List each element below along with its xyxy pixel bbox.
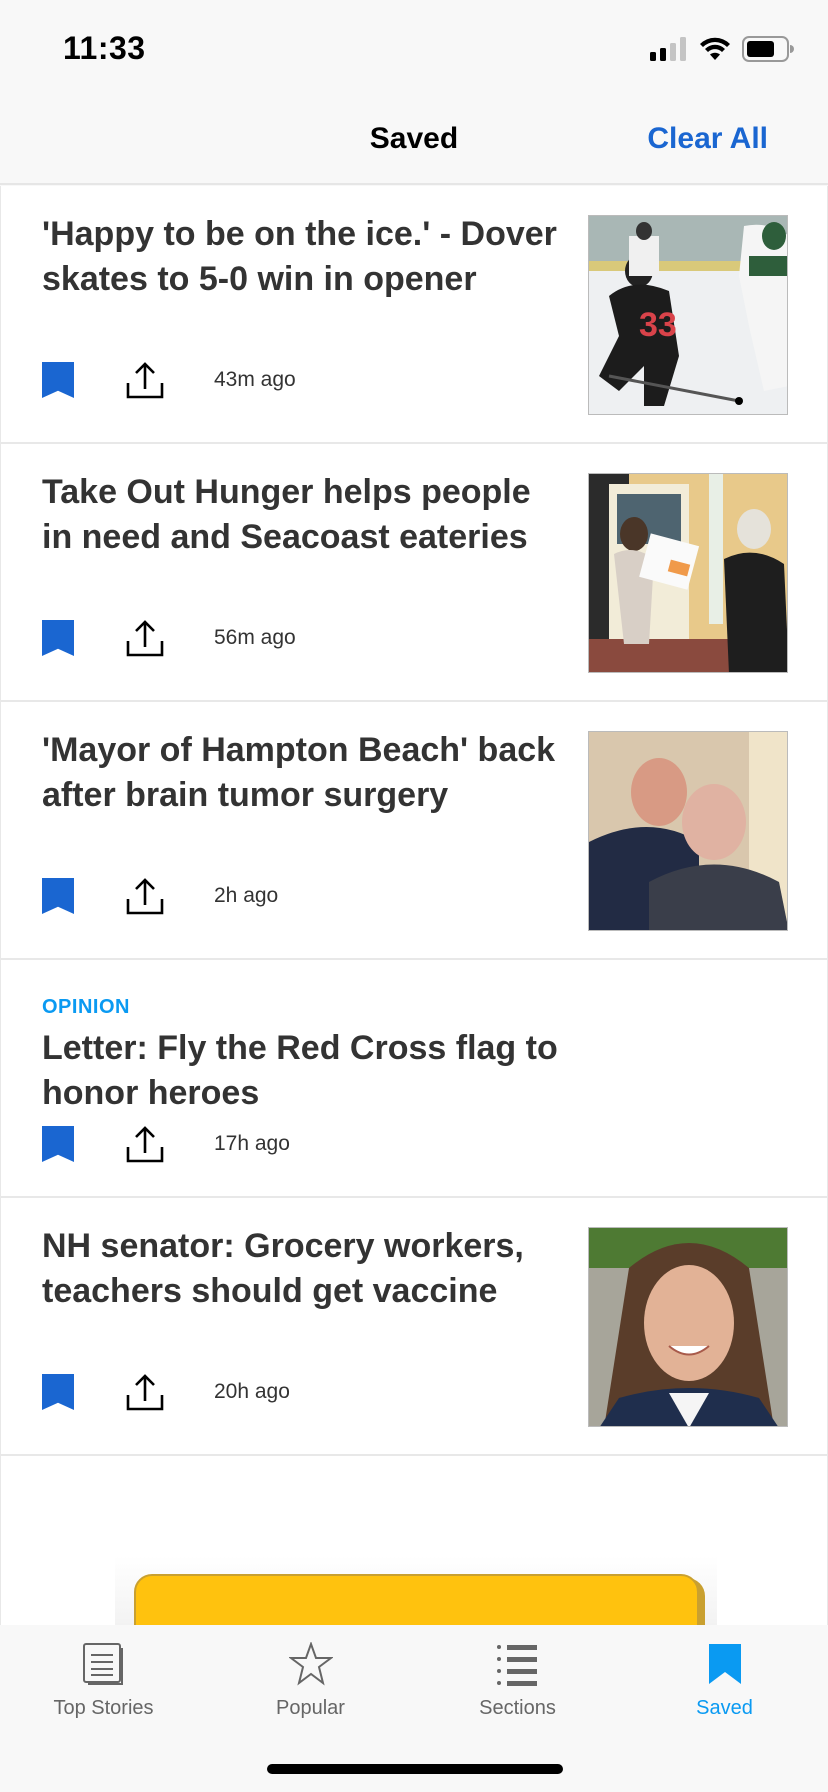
tab-top-stories[interactable]: Top Stories xyxy=(0,1625,207,1735)
article-title[interactable]: Take Out Hunger helps people in need and… xyxy=(42,470,562,560)
svg-text:33: 33 xyxy=(639,306,677,344)
article-title[interactable]: NH senator: Grocery workers, teachers sh… xyxy=(42,1224,562,1314)
share-icon[interactable] xyxy=(126,361,164,399)
senator-photo xyxy=(589,1228,787,1426)
article-meta: 56m ago xyxy=(42,618,296,658)
cellular-signal-icon xyxy=(650,37,686,61)
status-bar: 11:33 xyxy=(0,0,828,100)
tab-sections[interactable]: Sections xyxy=(414,1625,621,1735)
bookmark-icon[interactable] xyxy=(42,1374,74,1410)
share-icon[interactable] xyxy=(126,1373,164,1411)
bookmark-icon[interactable] xyxy=(42,878,74,914)
article-thumbnail[interactable] xyxy=(588,1227,788,1427)
article-item[interactable]: 'Mayor of Hampton Beach' back after brai… xyxy=(0,702,828,960)
tab-label: Sections xyxy=(479,1697,556,1719)
takeout-photo xyxy=(589,474,787,672)
bookmark-icon xyxy=(708,1644,741,1684)
article-meta: 43m ago xyxy=(42,360,296,400)
article-item[interactable]: OPINION Letter: Fly the Red Cross flag t… xyxy=(0,960,828,1198)
article-thumbnail[interactable]: 33 xyxy=(588,215,788,415)
share-icon[interactable] xyxy=(126,1125,164,1163)
home-indicator[interactable] xyxy=(267,1764,563,1774)
article-meta: 2h ago xyxy=(42,876,278,916)
article-category-label: OPINION xyxy=(42,996,130,1018)
bookmark-icon[interactable] xyxy=(42,362,74,398)
share-icon[interactable] xyxy=(126,619,164,657)
article-time: 43m ago xyxy=(214,368,296,391)
article-item[interactable]: 'Happy to be on the ice.' - Dover skates… xyxy=(0,186,828,444)
status-time: 11:33 xyxy=(63,30,146,66)
bookmark-icon[interactable] xyxy=(42,620,74,656)
status-icons xyxy=(650,36,794,62)
clear-all-button[interactable]: Clear All xyxy=(647,122,768,156)
list-icon xyxy=(496,1645,537,1686)
article-item[interactable]: Take Out Hunger helps people in need and… xyxy=(0,444,828,702)
tab-popular[interactable]: Popular xyxy=(207,1625,414,1735)
hockey-photo: 33 xyxy=(589,216,787,414)
battery-icon xyxy=(742,36,794,62)
article-meta: 17h ago xyxy=(42,1124,290,1164)
share-icon[interactable] xyxy=(126,877,164,915)
article-thumbnail[interactable] xyxy=(588,731,788,931)
tab-label: Saved xyxy=(696,1697,753,1719)
tab-label: Popular xyxy=(276,1697,345,1719)
newspaper-icon xyxy=(82,1643,123,1685)
ad-banner-area xyxy=(0,1456,828,1626)
article-title[interactable]: 'Happy to be on the ice.' - Dover skates… xyxy=(42,212,562,302)
ad-banner[interactable] xyxy=(134,1574,699,1626)
article-time: 20h ago xyxy=(214,1380,290,1403)
article-meta: 20h ago xyxy=(42,1372,290,1412)
star-icon xyxy=(288,1642,333,1686)
saved-articles-list: 'Happy to be on the ice.' - Dover skates… xyxy=(0,186,828,1456)
article-thumbnail[interactable] xyxy=(588,473,788,673)
tab-saved[interactable]: Saved xyxy=(621,1625,828,1735)
mayor-photo xyxy=(589,732,787,930)
tab-label: Top Stories xyxy=(53,1697,154,1719)
article-time: 2h ago xyxy=(214,884,279,907)
nav-header: Saved Clear All xyxy=(0,100,828,185)
article-title[interactable]: 'Mayor of Hampton Beach' back after brai… xyxy=(42,728,562,818)
article-time: 17h ago xyxy=(214,1132,290,1155)
wifi-icon xyxy=(700,37,730,60)
article-time: 56m ago xyxy=(214,626,296,649)
article-title[interactable]: Letter: Fly the Red Cross flag to honor … xyxy=(42,1026,662,1116)
bookmark-icon[interactable] xyxy=(42,1126,74,1162)
article-item[interactable]: NH senator: Grocery workers, teachers sh… xyxy=(0,1198,828,1456)
